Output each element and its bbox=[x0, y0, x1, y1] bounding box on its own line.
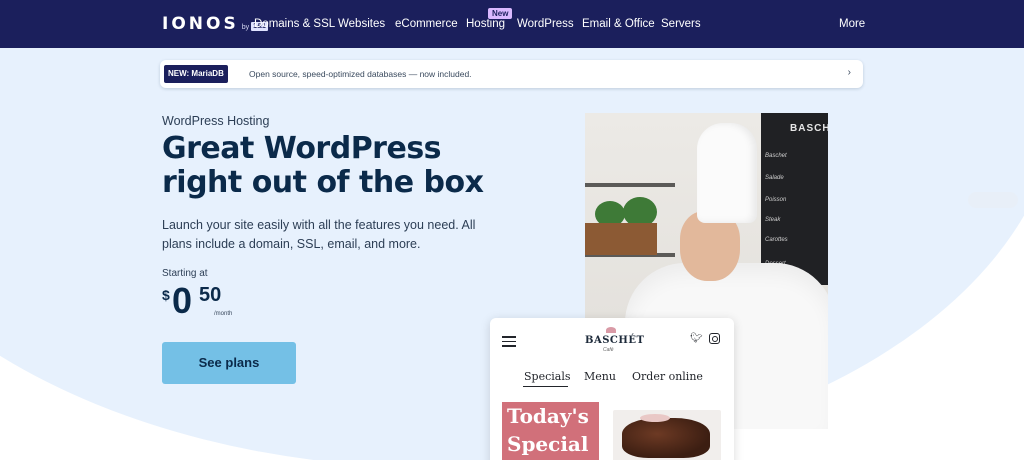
chalkboard-line: Steak bbox=[765, 217, 781, 223]
chalkboard-line: Salade bbox=[765, 175, 784, 181]
cake-image bbox=[622, 418, 710, 458]
hamburger-menu-icon[interactable] bbox=[502, 336, 516, 350]
hero-headline: Great WordPress right out of the box bbox=[162, 131, 484, 200]
chevron-right-icon: › bbox=[847, 67, 851, 78]
website-mockup-card: BASCHÉT Café 🐦︎ Specials Menu Order onli… bbox=[490, 318, 734, 460]
mockup-brand: BASCHÉT bbox=[585, 335, 645, 346]
price-whole: 0 bbox=[172, 280, 193, 321]
chalkboard-line: Poisson bbox=[765, 197, 787, 203]
price-currency: $ bbox=[162, 287, 170, 303]
nav-wordpress[interactable]: WordPress bbox=[517, 18, 574, 30]
logo-by: by bbox=[241, 23, 250, 31]
nav-servers[interactable]: Servers bbox=[661, 18, 701, 30]
logo-wordmark: IONOS bbox=[162, 14, 239, 34]
announcement-text: Open source, speed-optimized databases —… bbox=[249, 69, 472, 79]
hero-description: Launch your site easily with all the fea… bbox=[162, 218, 476, 251]
announcement-banner[interactable]: NEW: MariaDB Open source, speed-optimize… bbox=[160, 60, 863, 88]
nav-hosting[interactable]: Hosting bbox=[466, 18, 505, 30]
mockup-brand-sub: Café bbox=[603, 347, 614, 353]
banner-line-2: Special bbox=[507, 432, 589, 456]
chalkboard-title: BASCH bbox=[790, 123, 828, 134]
top-navigation: IONOS by 1&1 Domains & SSL Websites eCom… bbox=[0, 0, 1024, 48]
nav-email-office[interactable]: Email & Office bbox=[582, 18, 655, 30]
ionos-logo[interactable]: IONOS by 1&1 bbox=[162, 14, 268, 34]
cake-topping bbox=[640, 414, 670, 422]
brand-emblem bbox=[606, 327, 616, 333]
active-underline bbox=[523, 386, 568, 387]
hero-eyebrow: WordPress Hosting bbox=[162, 114, 270, 128]
price-period: /month bbox=[214, 311, 233, 317]
chalkboard-line: Carottes bbox=[765, 237, 788, 243]
price-cents: 50 bbox=[199, 284, 222, 306]
nav-websites[interactable]: Websites bbox=[338, 18, 385, 30]
banner-line-1: Today's bbox=[507, 404, 589, 428]
chef-hat bbox=[697, 123, 757, 223]
see-plans-button[interactable]: See plans bbox=[162, 342, 296, 384]
shelf bbox=[585, 183, 675, 187]
nav-more[interactable]: More bbox=[839, 18, 865, 30]
twitter-icon[interactable]: 🐦︎ bbox=[690, 333, 703, 344]
mockup-menu-specials[interactable]: Specials bbox=[524, 370, 571, 383]
faint-overlay-element bbox=[968, 192, 1018, 208]
nav-ecommerce[interactable]: eCommerce bbox=[395, 18, 458, 30]
new-badge: New bbox=[488, 8, 513, 19]
mockup-menu-menu[interactable]: Menu bbox=[584, 370, 616, 383]
crate bbox=[585, 223, 657, 255]
chalkboard-line: Baschet bbox=[765, 153, 787, 159]
todays-special-banner: Today's Special bbox=[502, 402, 599, 460]
instagram-icon[interactable] bbox=[709, 333, 720, 344]
announcement-tag: NEW: MariaDB bbox=[164, 65, 228, 83]
starting-at-label: Starting at bbox=[162, 268, 208, 279]
nav-domains-ssl[interactable]: Domains & SSL bbox=[254, 18, 335, 30]
mockup-menu-order-online[interactable]: Order online bbox=[632, 370, 703, 383]
